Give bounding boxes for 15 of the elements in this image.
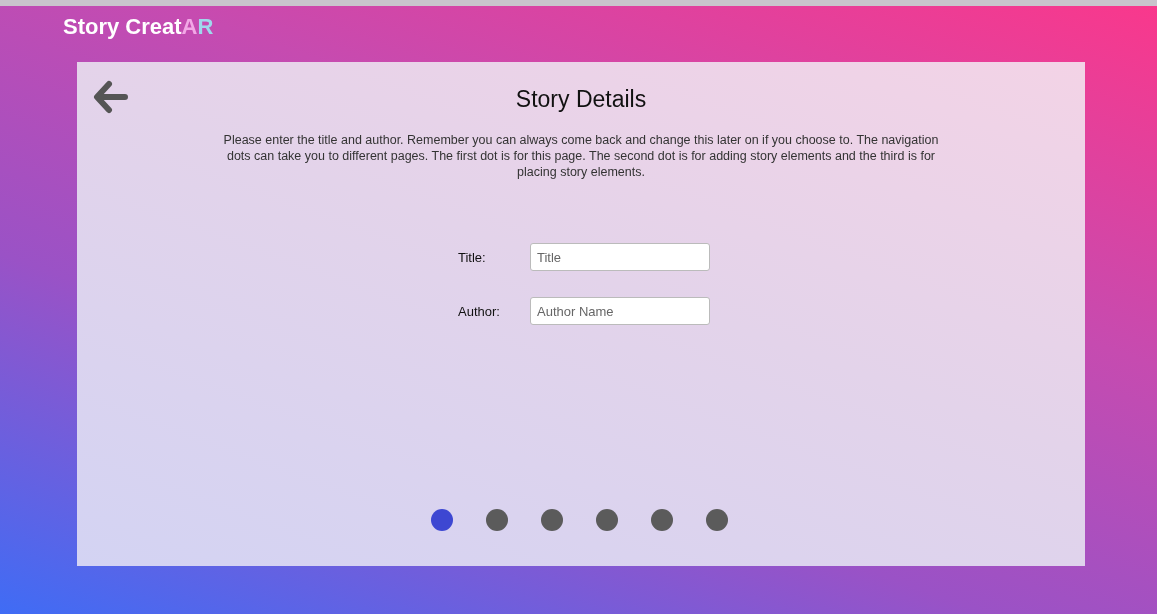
page-dot[interactable] [596, 509, 618, 531]
page-dot[interactable] [431, 509, 453, 531]
back-button[interactable] [93, 80, 129, 114]
field-label: Title: [457, 249, 487, 265]
page-dot[interactable] [486, 509, 508, 531]
page-title: Story Details [515, 86, 647, 113]
text-field[interactable]: Title [530, 243, 710, 271]
page-dot[interactable] [651, 509, 673, 531]
page-dot[interactable] [541, 509, 563, 531]
text-field[interactable]: Author Name [530, 297, 710, 325]
page-dot[interactable] [706, 509, 728, 531]
field-label: Author: [457, 303, 501, 319]
app-logo: Story CreatAR [63, 14, 214, 40]
back-arrow-icon [93, 80, 129, 114]
instructions-text: Please enter the title and author. Remember you can always come back and change this later on if you choose to. The navigation dots can take you to different pages. The first dot is for this page. The second dot is for adding story elements and the third is for placing story elements. [222, 132, 940, 180]
